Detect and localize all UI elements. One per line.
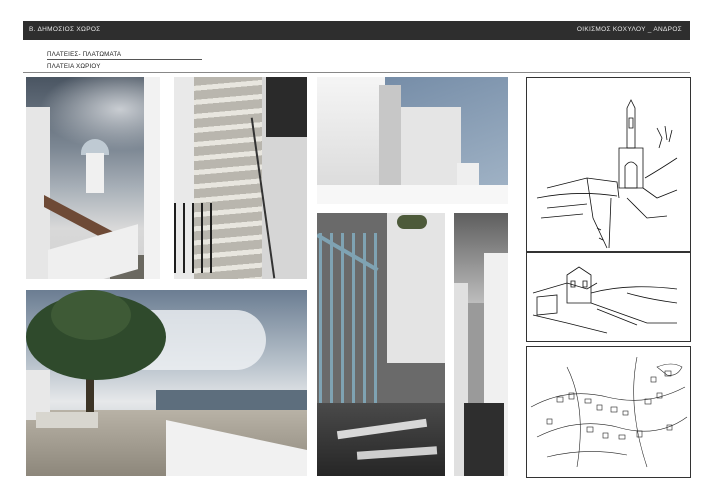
subtitle-underline: [47, 59, 202, 60]
photo-stone-stairway: [174, 77, 307, 279]
photo-tree-plaza: [26, 290, 307, 476]
photo-church-roof: [26, 77, 160, 279]
sketch-house-hillside: [526, 252, 691, 342]
section-title: Β. ΔΗΜΟΣΙΟΣ ΧΩΡΟΣ: [29, 26, 101, 33]
photo-white-walls-sky: [317, 77, 508, 204]
place-subtitle: ΠΛΑΤΕΙΑ ΧΩΡΙΟΥ: [47, 63, 101, 70]
photo-blue-railing-stair: [317, 213, 445, 476]
sketch-settlement-plan: [526, 346, 691, 478]
category-subtitle: ΠΛΑΤΕΙΕΣ- ΠΛΑΤΩΜΑΤΑ: [47, 51, 122, 58]
header-divider: [23, 72, 690, 73]
photo-narrow-alley: [454, 213, 508, 476]
header-bar: Β. ΔΗΜΟΣΙΟΣ ΧΩΡΟΣ ΟΙΚΙΣΜΟΣ ΚΟΧΥΛΟΥ _ ΑΝΔ…: [23, 21, 690, 40]
sketch-bell-tower: [526, 77, 691, 252]
settlement-title: ΟΙΚΙΣΜΟΣ ΚΟΧΥΛΟΥ _ ΑΝΔΡΟΣ: [576, 26, 682, 33]
